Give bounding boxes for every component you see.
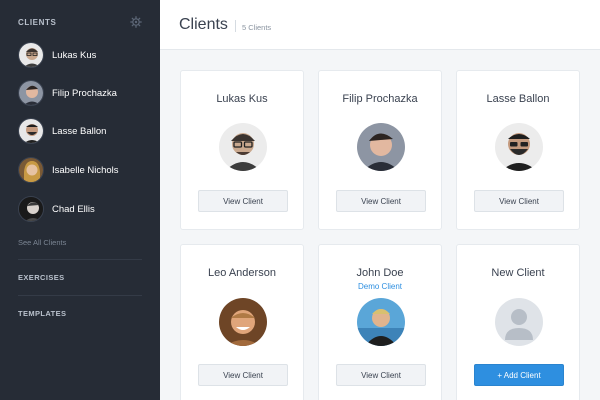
client-card: Lasse Ballon View Client — [456, 70, 580, 230]
title-separator — [235, 20, 236, 32]
page-title: Clients — [179, 16, 228, 33]
avatar — [357, 123, 405, 171]
sidebar-item-templates[interactable]: TEMPLATES — [18, 309, 66, 318]
client-card-name: New Client — [491, 267, 545, 279]
user-silhouette-icon — [495, 298, 543, 346]
sidebar-client-name: Lukas Kus — [52, 50, 97, 61]
sidebar-client-lukas-kus[interactable]: Lukas Kus — [18, 42, 148, 70]
avatar — [495, 123, 543, 171]
see-all-clients-link[interactable]: See All Clients — [18, 238, 66, 247]
new-client-card: New Client + Add Client — [456, 244, 580, 400]
client-card: Leo Anderson View Client — [180, 244, 304, 400]
view-client-button[interactable]: View Client — [198, 190, 288, 212]
avatar — [18, 196, 44, 222]
avatar — [219, 123, 267, 171]
view-client-button[interactable]: View Client — [336, 364, 426, 386]
sidebar-divider — [18, 259, 142, 260]
sidebar: CLIENTS Lukas Kus Filip Prochazka Lasse … — [0, 0, 160, 400]
sidebar-client-name: Chad Ellis — [52, 204, 95, 215]
avatar — [357, 298, 405, 346]
sidebar-client-lasse-ballon[interactable]: Lasse Ballon — [18, 118, 148, 146]
client-card-name: Leo Anderson — [208, 267, 276, 279]
sidebar-client-chad-ellis[interactable]: Chad Ellis — [18, 196, 148, 224]
view-client-button[interactable]: View Client — [198, 364, 288, 386]
sidebar-client-isabelle-nichols[interactable]: Isabelle Nichols — [18, 157, 148, 185]
sidebar-client-name: Isabelle Nichols — [52, 165, 119, 176]
avatar — [18, 80, 44, 106]
sidebar-header: CLIENTS — [18, 16, 142, 30]
sidebar-client-name: Filip Prochazka — [52, 88, 117, 99]
client-card: John Doe Demo Client View Client — [318, 244, 442, 400]
add-client-button[interactable]: + Add Client — [474, 364, 564, 386]
client-card-name: John Doe — [356, 267, 404, 279]
view-client-button[interactable]: View Client — [474, 190, 564, 212]
gear-icon[interactable] — [130, 16, 142, 28]
sidebar-client-name: Lasse Ballon — [52, 126, 107, 137]
client-card: Lukas Kus View Client — [180, 70, 304, 230]
avatar — [18, 118, 44, 144]
avatar — [219, 298, 267, 346]
view-client-button[interactable]: View Client — [336, 190, 426, 212]
client-card-name: Lukas Kus — [216, 93, 268, 105]
sidebar-client-filip-prochazka[interactable]: Filip Prochazka — [18, 80, 148, 108]
sidebar-divider — [18, 295, 142, 296]
page-header: Clients 5 Clients — [160, 0, 600, 50]
sidebar-title: CLIENTS — [18, 18, 57, 27]
client-count: 5 Clients — [242, 23, 272, 32]
client-card: Filip Prochazka View Client — [318, 70, 442, 230]
sidebar-item-exercises[interactable]: EXERCISES — [18, 273, 65, 282]
client-card-name: Lasse Ballon — [486, 93, 550, 105]
client-card-name: Filip Prochazka — [342, 93, 418, 105]
avatar — [18, 42, 44, 68]
demo-client-label: Demo Client — [357, 282, 402, 291]
avatar — [18, 157, 44, 183]
